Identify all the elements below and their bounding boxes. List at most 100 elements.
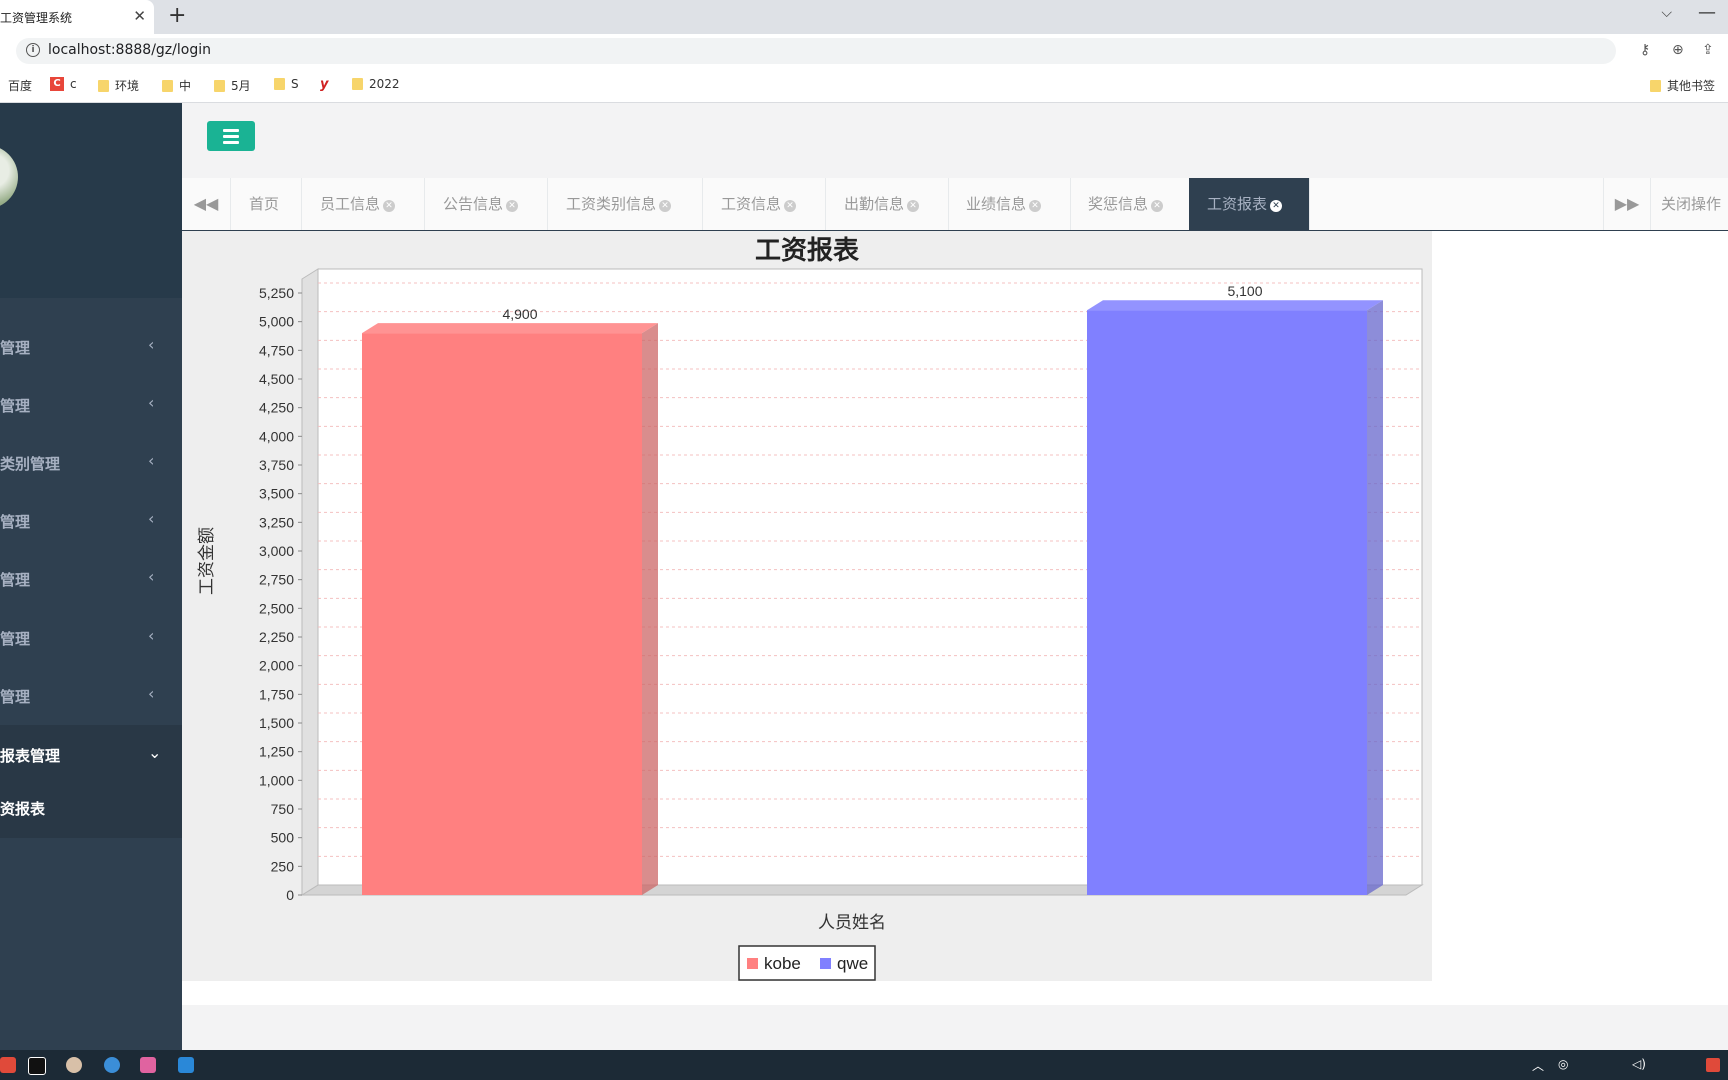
bookmark-c[interactable]: Cc [50, 77, 77, 91]
app-icon[interactable] [140, 1057, 156, 1073]
y-tick-label: 1,000 [259, 772, 294, 788]
tray-expand-icon[interactable]: ︿ [1532, 1057, 1544, 1074]
password-key-icon[interactable]: ⚷ [1640, 42, 1650, 58]
bookmark-label: 环境 [115, 79, 140, 93]
tab-label: 员工信息 [320, 195, 381, 213]
profile-header [0, 103, 182, 298]
folder-icon [274, 78, 285, 90]
tab-attendance[interactable]: 出勤信息 ✕ [826, 178, 949, 230]
sidebar-item-2[interactable]: 管理 ‹ [0, 375, 182, 433]
tab-salary-report[interactable]: 工资报表 ✕ [1189, 178, 1310, 230]
app-icon[interactable] [66, 1057, 82, 1073]
tab-label: 奖惩信息 [1088, 195, 1149, 213]
submenu-salary-report[interactable]: 资报表 [0, 783, 182, 838]
chart-title: 工资报表 [755, 235, 860, 265]
tab-employee[interactable]: 员工信息 ✕ [302, 178, 425, 230]
y-tick-label: 250 [271, 858, 295, 874]
sidebar-item-label: 类别管理 [0, 455, 61, 473]
y-tick-label: 1,750 [259, 686, 294, 702]
network-icon[interactable]: ◎ [1558, 1057, 1568, 1071]
bookmark-env[interactable]: 环境 [98, 77, 139, 94]
sidebar-item-3[interactable]: 类别管理 ‹ [0, 433, 182, 491]
tab-search-chevron-icon[interactable]: ⌵ [1661, 5, 1672, 21]
app-icon[interactable] [178, 1057, 194, 1073]
tab-label: 工资报表 [1207, 195, 1268, 213]
close-tab-icon[interactable]: ✕ [506, 200, 519, 212]
close-operations-button[interactable]: 关闭操作 [1650, 178, 1728, 230]
tab-label: 首页 [249, 195, 280, 213]
tab-salary-category[interactable]: 工资类别信息 ✕ [548, 178, 703, 230]
y-tick-label: 4,500 [259, 371, 294, 387]
close-tab-icon[interactable]: ✕ [1270, 200, 1283, 212]
chrome-icon[interactable] [104, 1057, 120, 1073]
close-tab-icon[interactable]: ✕ [659, 200, 672, 212]
sidebar-item-4[interactable]: 管理 ‹ [0, 491, 182, 549]
bookmark-label: 2022 [369, 77, 400, 91]
site-info-icon[interactable]: i [26, 43, 40, 57]
hamburger-line [223, 134, 239, 138]
chevron-left-icon: ‹ [148, 684, 155, 703]
scroll-tabs-left-icon[interactable]: ◀◀ [182, 178, 231, 230]
url-text[interactable]: localhost:8888/gz/login [48, 42, 211, 58]
y-tick-label: 1,500 [259, 715, 294, 731]
hamburger-line [223, 140, 239, 144]
sidebar: 管理 ‹ 管理 ‹ 类别管理 ‹ 管理 ‹ 管理 ‹ 管理 ‹ 管理 ‹ 报表管… [0, 103, 182, 1050]
scroll-tabs-right-icon[interactable]: ▶▶ [1603, 178, 1650, 230]
share-icon[interactable]: ⇪ [1702, 42, 1714, 58]
bookmark-may[interactable]: 5月 [214, 77, 251, 94]
bookmark-2022[interactable]: 2022 [352, 77, 400, 91]
sidebar-item-report[interactable]: 报表管理 ⌄ [0, 725, 182, 783]
bookmark-s[interactable]: S [274, 77, 299, 91]
legend-swatch [747, 958, 758, 969]
y-logo-icon: y [320, 77, 329, 92]
bar-qwe [1087, 310, 1367, 895]
hamburger-line [223, 128, 239, 132]
omnibox[interactable] [16, 38, 1616, 64]
sidebar-item-7[interactable]: 管理 ‹ [0, 666, 182, 724]
sidebar-item-1[interactable]: 管理 ‹ [0, 317, 182, 375]
sidebar-item-label: 管理 [0, 397, 31, 415]
bar-value-label: 5,100 [1227, 283, 1262, 299]
close-tab-icon[interactable]: ✕ [907, 200, 920, 212]
avatar[interactable] [0, 145, 18, 209]
top-navbar [182, 103, 1728, 179]
tab-home[interactable]: 首页 [231, 178, 302, 230]
close-tab-icon[interactable]: ✕ [383, 200, 396, 212]
bookmark-other[interactable]: 其他书签 [1650, 77, 1715, 94]
close-tab-icon[interactable]: ✕ [1029, 200, 1042, 212]
tab-reward[interactable]: 奖惩信息 ✕ [1070, 178, 1193, 230]
tab-label: 工资类别信息 [566, 195, 657, 213]
tab-performance[interactable]: 业绩信息 ✕ [948, 178, 1071, 230]
browser-tab[interactable]: 工资管理系统 ✕ [0, 0, 154, 34]
close-tab-icon[interactable]: ✕ [1151, 200, 1164, 212]
sidebar-item-6[interactable]: 管理 ‹ [0, 608, 182, 666]
window-minimize-icon[interactable]: — [1698, 2, 1716, 23]
tab-salary[interactable]: 工资信息 ✕ [703, 178, 826, 230]
intellij-icon[interactable] [28, 1057, 46, 1075]
csdn-icon: C [50, 77, 64, 91]
close-tab-icon[interactable]: ✕ [133, 7, 146, 25]
sidebar-item-label: 管理 [0, 630, 31, 648]
sidebar-item-label: 管理 [0, 339, 31, 357]
new-tab-button[interactable]: + [168, 3, 186, 28]
bookmark-label: 百度 [8, 79, 33, 93]
chart-panel: 工资报表 0 250 500 750 1,000 1,250 1,500 1,750 2,000… [182, 231, 1432, 981]
zoom-icon[interactable]: ⊕ [1672, 42, 1684, 58]
close-tab-icon[interactable]: ✕ [784, 200, 797, 212]
chevron-left-icon: ‹ [148, 567, 155, 586]
bookmarks-bar: 百度 Cc 环境 中 5月 S y 2022 其他书签 [0, 68, 1728, 103]
y-tick-label: 2,250 [259, 629, 294, 645]
y-tick-label: 4,750 [259, 342, 294, 358]
bookmark-baidu[interactable]: 百度 [8, 77, 32, 94]
volume-icon[interactable]: ◁) [1632, 1057, 1646, 1071]
browser-tab-title: 工资管理系统 [0, 10, 73, 25]
app-tray-icon[interactable] [1706, 1058, 1720, 1072]
bookmark-y[interactable]: y [320, 77, 328, 92]
start-icon[interactable] [0, 1057, 16, 1073]
chevron-left-icon: ‹ [148, 509, 155, 528]
tab-notice[interactable]: 公告信息 ✕ [425, 178, 548, 230]
sidebar-item-5[interactable]: 管理 ‹ [0, 549, 182, 607]
bookmark-zhong[interactable]: 中 [162, 77, 191, 94]
menu-toggle-button[interactable] [207, 121, 255, 151]
y-tick-label: 3,500 [259, 486, 294, 502]
